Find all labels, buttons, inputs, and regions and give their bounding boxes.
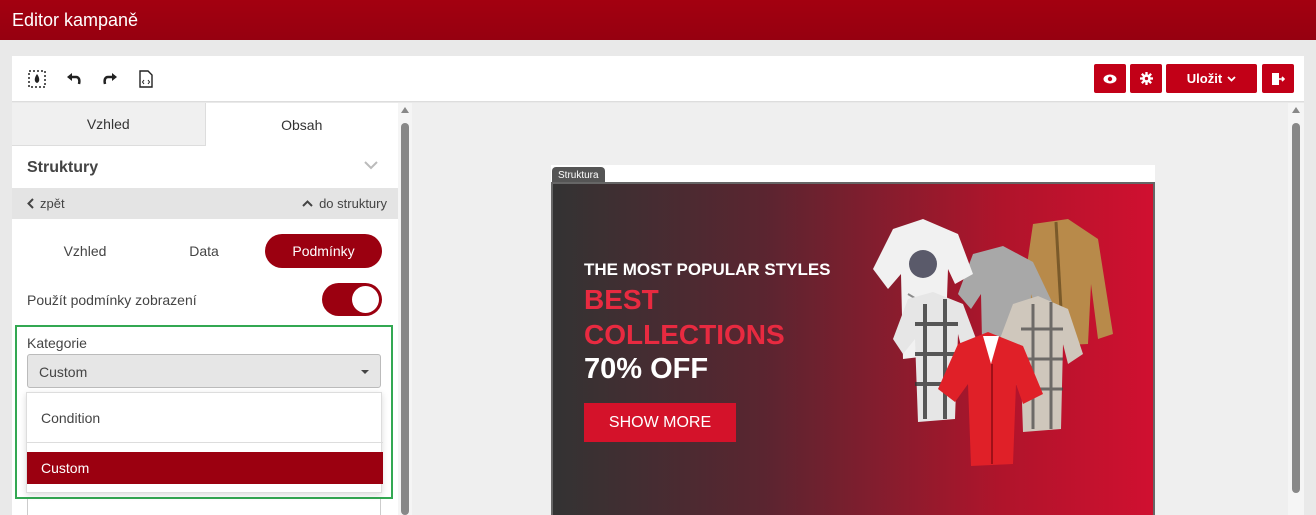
gear-icon	[1139, 72, 1153, 85]
option-custom[interactable]: Custom	[27, 452, 383, 484]
settings-button[interactable]	[1130, 64, 1162, 93]
exit-icon	[1272, 72, 1285, 85]
app-title-bar: Editor kampaně	[0, 0, 1316, 40]
category-select[interactable]: Custom	[27, 354, 381, 388]
show-more-button[interactable]: SHOW MORE	[584, 403, 736, 442]
panel-tabs: Vzhled Obsah	[12, 103, 398, 146]
select-region-icon[interactable]	[26, 68, 48, 90]
sub-tabs: Vzhled Data Podmínky	[12, 234, 398, 268]
display-conditions-toggle[interactable]	[322, 283, 382, 316]
eye-icon	[1103, 74, 1117, 83]
exit-button[interactable]	[1262, 64, 1294, 93]
category-value: Custom	[39, 364, 88, 380]
editor-toolbar: Uložit	[12, 56, 1304, 102]
banner-title: BEST COLLECTIONS	[584, 284, 785, 350]
next-field[interactable]	[27, 498, 381, 515]
panel-scrollbar[interactable]	[398, 103, 412, 515]
collapse-chevron-icon[interactable]	[364, 157, 378, 175]
html-code-icon[interactable]	[135, 68, 157, 90]
save-button[interactable]: Uložit	[1166, 64, 1257, 93]
preview-button[interactable]	[1094, 64, 1126, 93]
canvas-scroll-thumb[interactable]	[1292, 123, 1300, 493]
canvas-scrollbar[interactable]	[1288, 103, 1304, 515]
banner-subtitle: THE MOST POPULAR STYLES	[584, 260, 831, 279]
subtab-data[interactable]: Data	[157, 234, 251, 268]
chevron-up-icon	[302, 200, 313, 207]
back-link[interactable]: zpět	[27, 196, 65, 211]
section-title: Struktury	[27, 159, 99, 176]
shirts-image	[873, 219, 1113, 466]
to-structure-link[interactable]: do struktury	[302, 196, 387, 211]
subtab-podminky[interactable]: Podmínky	[265, 234, 382, 268]
chevron-left-icon	[27, 198, 34, 209]
tab-vzhled[interactable]: Vzhled	[12, 103, 206, 146]
properties-panel: Vzhled Obsah Struktury zpět do struktury…	[12, 103, 398, 515]
option-condition[interactable]: Condition	[27, 393, 383, 443]
structure-header-strip	[551, 165, 1155, 183]
redo-icon[interactable]	[99, 68, 121, 90]
structure-tag[interactable]: Struktura	[552, 167, 605, 183]
scroll-up-icon[interactable]	[401, 107, 409, 113]
subtab-vzhled[interactable]: Vzhled	[37, 234, 133, 268]
caret-down-icon	[361, 370, 369, 374]
category-dropdown: Condition Custom	[26, 392, 383, 493]
chevron-down-icon	[1227, 75, 1236, 82]
banner-offer: 70% OFF	[584, 353, 709, 385]
panel-scroll-thumb[interactable]	[401, 123, 409, 515]
category-label: Kategorie	[27, 335, 87, 351]
structure-nav: zpět do struktury	[12, 188, 398, 219]
tab-obsah[interactable]: Obsah	[205, 103, 398, 146]
promo-banner[interactable]: THE MOST POPULAR STYLES BEST COLLECTIONS…	[551, 182, 1155, 515]
save-label: Uložit	[1186, 71, 1223, 86]
display-conditions-label: Použít podmínky zobrazení	[27, 292, 197, 308]
scroll-up-icon[interactable]	[1292, 107, 1300, 113]
back-label: zpět	[40, 196, 65, 211]
undo-icon[interactable]	[63, 68, 85, 90]
app-title: Editor kampaně	[12, 10, 139, 30]
to-structure-label: do struktury	[319, 196, 387, 211]
toggle-knob	[352, 286, 379, 313]
